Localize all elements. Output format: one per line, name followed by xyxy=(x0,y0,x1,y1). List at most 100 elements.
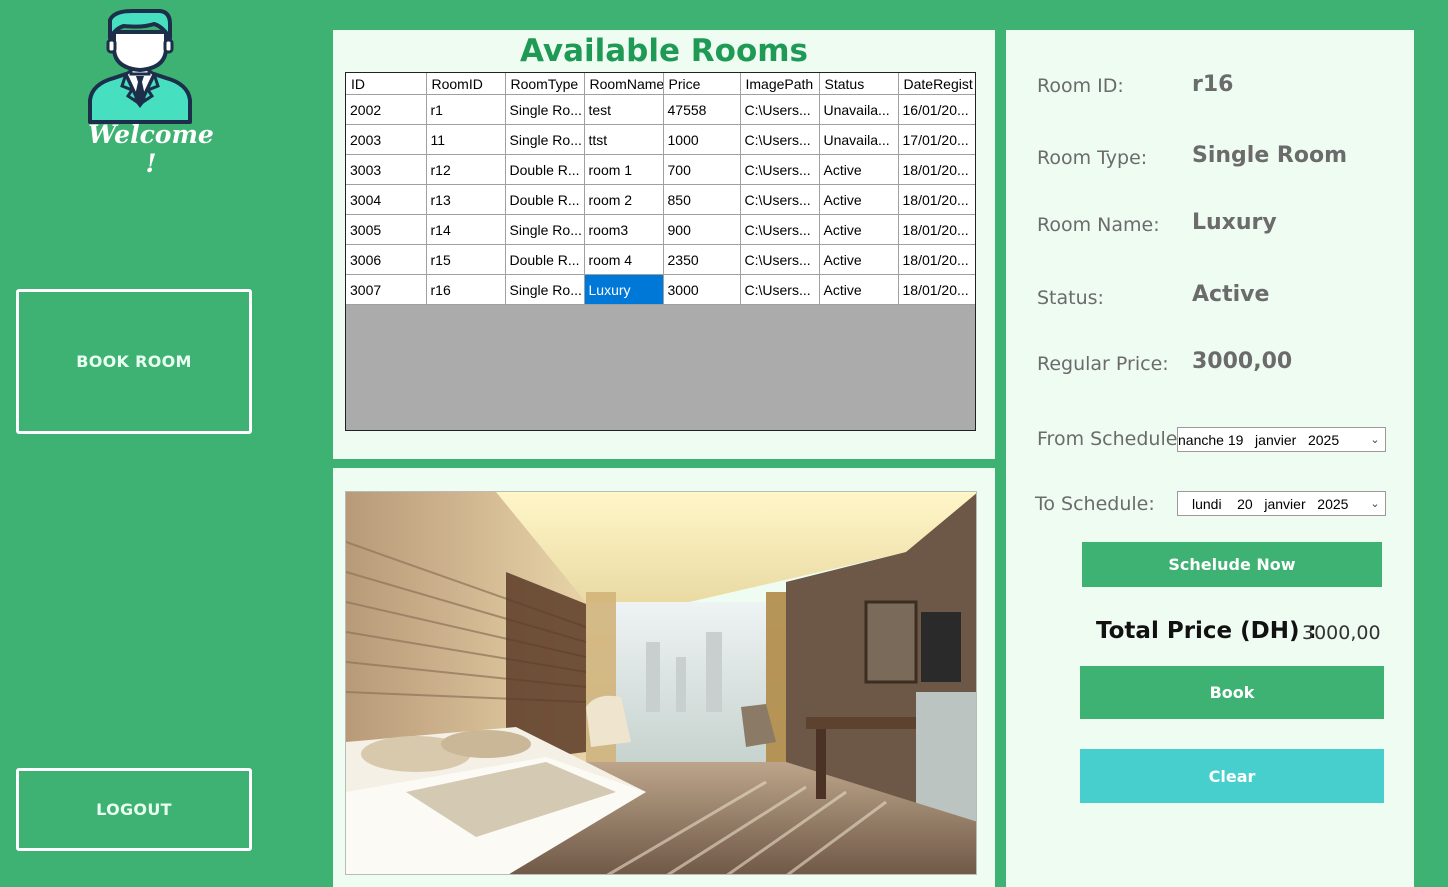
page-title: Available Rooms xyxy=(519,33,809,69)
table-cell[interactable]: 11 xyxy=(426,124,506,155)
column-header[interactable]: ID xyxy=(346,73,427,95)
room-id-value: r16 xyxy=(1192,72,1234,97)
table-cell[interactable]: 1000 xyxy=(663,124,741,155)
clear-button[interactable]: Clear xyxy=(1080,749,1384,803)
table-cell[interactable]: C:\Users... xyxy=(740,124,820,155)
status-value: Active xyxy=(1192,282,1270,307)
column-header[interactable]: DateRegist xyxy=(898,73,975,95)
status-label: Status: xyxy=(1037,287,1104,309)
table-cell[interactable]: 18/01/20... xyxy=(898,154,975,185)
table-cell[interactable]: r15 xyxy=(426,244,506,275)
table-cell[interactable]: room3 xyxy=(584,214,664,245)
table-cell[interactable]: r13 xyxy=(426,184,506,215)
table-row[interactable]: 3006 r15 Double R... room 4 2350 C:\Users... A… xyxy=(346,244,975,275)
room-photo xyxy=(345,491,977,875)
welcome-text: Welcome ! xyxy=(88,120,214,178)
column-header[interactable]: RoomID xyxy=(426,73,506,95)
table-cell[interactable]: Double R... xyxy=(505,244,585,275)
table-cell[interactable]: 2002 xyxy=(346,94,427,125)
to-date-text: lundi 20 janvier 2025 xyxy=(1192,495,1349,512)
table-cell[interactable]: Single Ro... xyxy=(505,214,585,245)
table-cell[interactable]: Unavaila... xyxy=(819,124,899,155)
from-date-text: nanche 19 janvier 2025 xyxy=(1178,431,1340,448)
column-header[interactable]: ImagePath xyxy=(740,73,820,95)
book-button[interactable]: Book xyxy=(1080,666,1384,719)
from-date-picker[interactable]: nanche 19 janvier 2025 ⌄ xyxy=(1177,427,1386,452)
table-cell[interactable]: 2003 xyxy=(346,124,427,155)
table-row[interactable]: 3004 r13 Double R... room 2 850 C:\Users... Ac… xyxy=(346,184,975,215)
schedule-now-button[interactable]: Schelude Now xyxy=(1082,542,1382,587)
book-room-nav-button[interactable]: BOOK ROOM xyxy=(16,289,252,434)
table-cell[interactable]: 18/01/20... xyxy=(898,184,975,215)
table-cell[interactable]: 18/01/20... xyxy=(898,244,975,275)
table-cell[interactable]: Single Ro... xyxy=(505,274,585,305)
table-cell[interactable]: room 4 xyxy=(584,244,664,275)
from-schedule-label: From Schedule: xyxy=(1037,428,1184,450)
room-name-value: Luxury xyxy=(1192,210,1277,235)
table-cell[interactable]: Active xyxy=(819,154,899,185)
rooms-data-grid[interactable]: ID RoomID RoomType RoomName Price ImagePath St… xyxy=(345,72,976,431)
table-cell[interactable]: 17/01/20... xyxy=(898,124,975,155)
regular-price-value: 3000,00 xyxy=(1192,349,1293,374)
table-cell[interactable]: Active xyxy=(819,244,899,275)
table-cell[interactable]: 3005 xyxy=(346,214,427,245)
table-cell[interactable]: Active xyxy=(819,274,899,305)
table-cell[interactable]: Single Ro... xyxy=(505,94,585,125)
table-cell[interactable]: C:\Users... xyxy=(740,154,820,185)
table-cell[interactable]: 3003 xyxy=(346,154,427,185)
regular-price-label: Regular Price: xyxy=(1037,353,1169,375)
room-type-value: Single Room xyxy=(1192,143,1348,168)
table-cell[interactable]: C:\Users... xyxy=(740,274,820,305)
table-row[interactable]: 2003 11 Single Ro... ttst 1000 C:\Users... Una… xyxy=(346,124,975,155)
room-id-label: Room ID: xyxy=(1037,75,1124,97)
table-cell[interactable]: r16 xyxy=(426,274,506,305)
table-cell[interactable]: 2350 xyxy=(663,244,741,275)
table-cell[interactable]: 47558 xyxy=(663,94,741,125)
table-cell[interactable]: Active xyxy=(819,184,899,215)
table-row[interactable]: 3007 r16 Single Ro... Luxury 3000 C:\Users...… xyxy=(346,274,975,305)
table-cell[interactable]: 16/01/20... xyxy=(898,94,975,125)
table-cell[interactable]: Double R... xyxy=(505,184,585,215)
column-header[interactable]: RoomType xyxy=(505,73,585,95)
total-price-value: 3000,00 xyxy=(1302,622,1381,644)
user-avatar-icon xyxy=(84,8,196,124)
table-cell[interactable]: room 2 xyxy=(584,184,664,215)
table-cell[interactable]: r1 xyxy=(426,94,506,125)
table-cell[interactable]: C:\Users... xyxy=(740,214,820,245)
table-cell[interactable]: ttst xyxy=(584,124,664,155)
column-header[interactable]: Price xyxy=(663,73,741,95)
table-row[interactable]: 3003 r12 Double R... room 1 700 C:\Users... Ac… xyxy=(346,154,975,185)
table-cell[interactable]: Double R... xyxy=(505,154,585,185)
table-cell[interactable]: 3000 xyxy=(663,274,741,305)
chevron-down-icon[interactable]: ⌄ xyxy=(1365,497,1385,510)
column-header[interactable]: Status xyxy=(819,73,899,95)
table-cell[interactable]: 3006 xyxy=(346,244,427,275)
table-cell[interactable]: 18/01/20... xyxy=(898,214,975,245)
table-cell[interactable]: Active xyxy=(819,214,899,245)
chevron-down-icon[interactable]: ⌄ xyxy=(1365,433,1385,446)
table-cell[interactable]: 850 xyxy=(663,184,741,215)
table-row[interactable]: 3005 r14 Single Ro... room3 900 C:\Users... Ac… xyxy=(346,214,975,245)
table-cell[interactable]: 18/01/20... xyxy=(898,274,975,305)
table-cell[interactable]: test xyxy=(584,94,664,125)
to-date-picker[interactable]: lundi 20 janvier 2025 ⌄ xyxy=(1177,491,1386,516)
table-cell[interactable]: C:\Users... xyxy=(740,94,820,125)
table-cell[interactable]: C:\Users... xyxy=(740,184,820,215)
table-cell[interactable]: 700 xyxy=(663,154,741,185)
table-cell[interactable]: 3007 xyxy=(346,274,427,305)
table-cell[interactable]: room 1 xyxy=(584,154,664,185)
table-cell[interactable]: 3004 xyxy=(346,184,427,215)
table-cell[interactable]: Luxury xyxy=(584,274,664,305)
table-cell[interactable]: 900 xyxy=(663,214,741,245)
room-name-label: Room Name: xyxy=(1037,214,1160,236)
total-price-label: Total Price (DH) : xyxy=(1096,618,1317,644)
table-cell[interactable]: Unavaila... xyxy=(819,94,899,125)
table-cell[interactable]: r12 xyxy=(426,154,506,185)
room-type-label: Room Type: xyxy=(1037,147,1148,169)
table-cell[interactable]: C:\Users... xyxy=(740,244,820,275)
table-cell[interactable]: r14 xyxy=(426,214,506,245)
table-cell[interactable]: Single Ro... xyxy=(505,124,585,155)
logout-button[interactable]: LOGOUT xyxy=(16,768,252,851)
column-header[interactable]: RoomName xyxy=(584,73,664,95)
table-row[interactable]: 2002 r1 Single Ro... test 47558 C:\Users... Un… xyxy=(346,94,975,125)
